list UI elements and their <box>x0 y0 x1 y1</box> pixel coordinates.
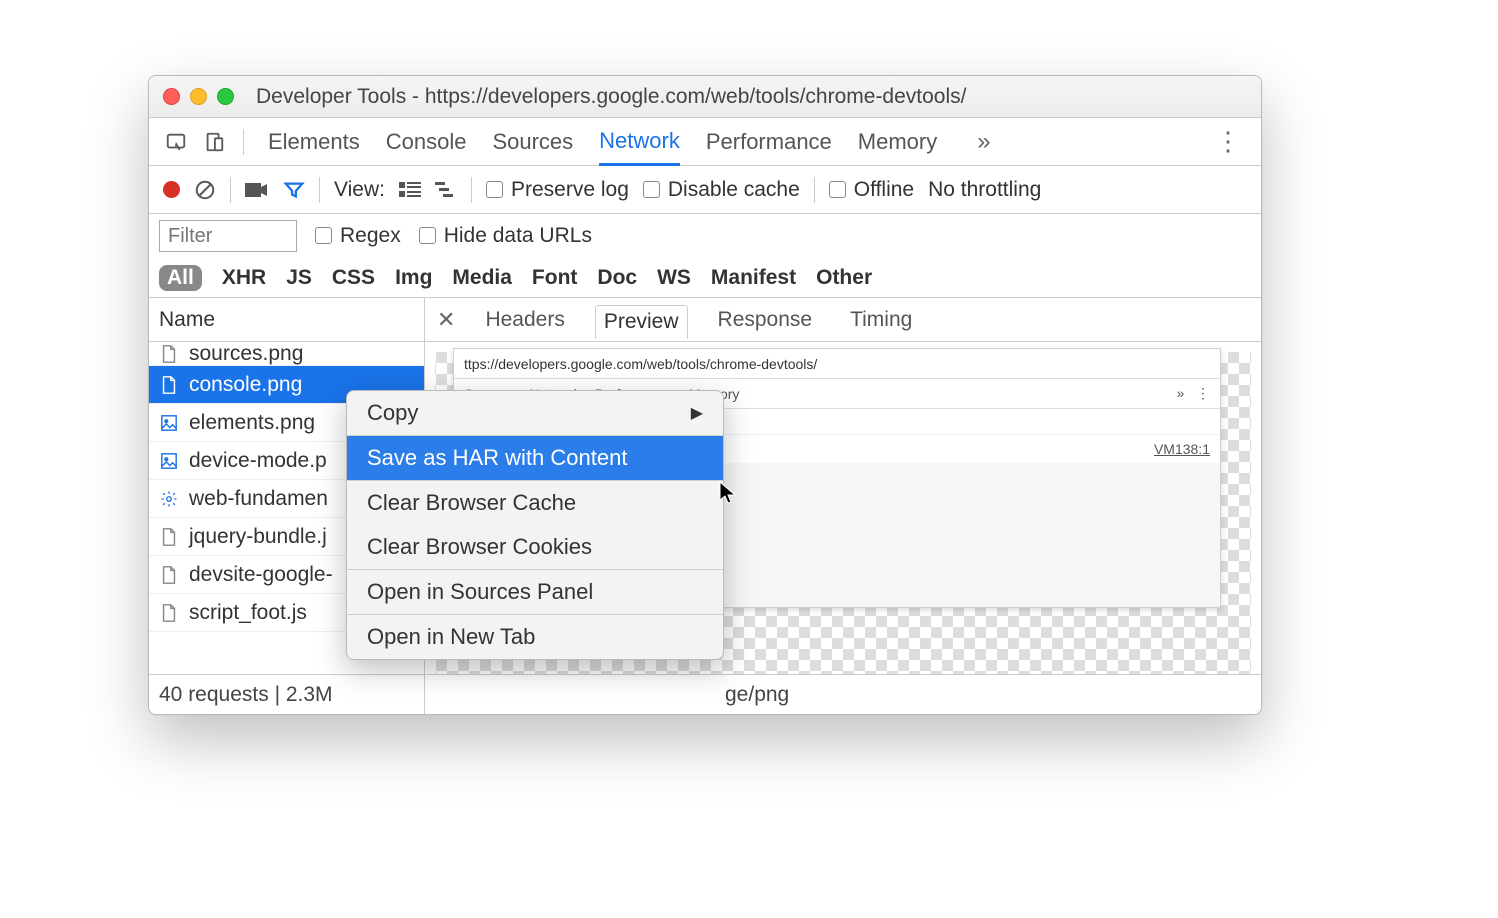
titlebar: Developer Tools - https://developers.goo… <box>149 76 1261 118</box>
type-media[interactable]: Media <box>452 266 512 290</box>
request-name: script_foot.js <box>189 601 307 625</box>
window-controls <box>163 88 234 105</box>
request-name: device-mode.p <box>189 449 327 473</box>
request-name: sources.png <box>189 342 303 366</box>
menu-item[interactable]: Clear Browser Cookies <box>347 525 723 569</box>
img-icon <box>159 451 179 471</box>
type-filter-row: All XHR JS CSS Img Media Font Doc WS Man… <box>149 258 1261 298</box>
gear-icon <box>159 489 179 509</box>
menu-item[interactable]: Clear Browser Cache <box>347 481 723 525</box>
divider <box>319 177 320 203</box>
camera-icon[interactable] <box>245 181 269 199</box>
context-menu: Copy ▶ Save as HAR with Content Clear Brows… <box>346 390 724 660</box>
mime-truncated: ge/png <box>425 674 1261 714</box>
record-button[interactable] <box>163 181 180 198</box>
request-name: jquery-bundle.j <box>189 525 327 549</box>
submenu-arrow-icon: ▶ <box>691 403 703 423</box>
type-other[interactable]: Other <box>816 266 872 290</box>
type-xhr[interactable]: XHR <box>222 266 266 290</box>
type-doc[interactable]: Doc <box>597 266 637 290</box>
filter-icon[interactable] <box>283 179 305 201</box>
type-ws[interactable]: WS <box>657 266 691 290</box>
type-img[interactable]: Img <box>395 266 432 290</box>
menu-item-label: Open in Sources Panel <box>367 579 593 605</box>
type-js[interactable]: JS <box>286 266 312 290</box>
menu-item-label: Copy <box>367 400 418 426</box>
request-name: devsite-google- <box>189 563 333 587</box>
network-toolbar: View: Preserve log Disable cache Offline… <box>149 166 1261 214</box>
tabs-overflow-icon[interactable]: » <box>977 128 990 156</box>
divider <box>471 177 472 203</box>
file-icon <box>159 527 179 547</box>
menu-item-label: Open in New Tab <box>367 624 535 650</box>
menu-item-label: Clear Browser Cache <box>367 490 576 516</box>
detail-tabs: ✕ Headers Preview Response Timing <box>425 298 1261 342</box>
hide-data-urls-checkbox[interactable]: Hide data URLs <box>419 224 592 248</box>
status-bar: 40 requests | 2.3M <box>149 674 424 714</box>
dtab-preview[interactable]: Preview <box>595 305 688 339</box>
close-detail-icon[interactable]: ✕ <box>437 307 455 333</box>
menu-item[interactable]: Copy ▶ <box>347 391 723 435</box>
filter-input[interactable]: Filter <box>159 220 297 252</box>
clear-icon[interactable] <box>194 179 216 201</box>
type-all[interactable]: All <box>159 265 202 291</box>
file-icon <box>159 375 179 395</box>
preserve-log-checkbox[interactable]: Preserve log <box>486 178 629 202</box>
type-manifest[interactable]: Manifest <box>711 266 796 290</box>
dtab-timing[interactable]: Timing <box>842 304 920 336</box>
throttling-select[interactable]: No throttling <box>928 178 1041 202</box>
cursor-icon <box>718 480 738 506</box>
tab-performance[interactable]: Performance <box>706 118 832 165</box>
thumb-url: ttps://developers.google.com/web/tools/c… <box>454 349 1220 379</box>
minimize-window-button[interactable] <box>190 88 207 105</box>
maximize-window-button[interactable] <box>217 88 234 105</box>
inspect-icon[interactable] <box>159 125 193 159</box>
img-icon <box>159 413 179 433</box>
menu-item[interactable]: Open in New Tab <box>347 615 723 659</box>
disable-cache-label: Disable cache <box>668 178 800 201</box>
kebab-menu-icon[interactable]: ⋮ <box>1215 126 1251 157</box>
preserve-log-label: Preserve log <box>511 178 629 201</box>
menu-item[interactable]: Save as HAR with Content <box>347 436 723 480</box>
window-title: Developer Tools - https://developers.goo… <box>256 85 966 109</box>
divider <box>243 129 244 155</box>
menu-item[interactable]: Open in Sources Panel <box>347 570 723 614</box>
tab-console[interactable]: Console <box>386 118 467 165</box>
disable-cache-checkbox[interactable]: Disable cache <box>643 178 800 202</box>
device-toggle-icon[interactable] <box>197 125 231 159</box>
request-name: console.png <box>189 373 302 397</box>
main-tabbar: Elements Console Sources Network Perform… <box>149 118 1261 166</box>
view-label: View: <box>334 178 385 202</box>
regex-label: Regex <box>340 224 401 247</box>
offline-label: Offline <box>854 178 914 201</box>
tab-elements[interactable]: Elements <box>268 118 360 165</box>
divider <box>230 177 231 203</box>
large-rows-icon[interactable] <box>399 181 421 199</box>
divider <box>814 177 815 203</box>
tab-network[interactable]: Network <box>599 119 680 166</box>
panel-tabs: Elements Console Sources Network Perform… <box>268 118 991 165</box>
filter-row: Filter Regex Hide data URLs <box>149 214 1261 258</box>
close-window-button[interactable] <box>163 88 180 105</box>
file-icon <box>159 344 179 364</box>
name-column-header[interactable]: Name <box>149 298 424 342</box>
menu-item-label: Save as HAR with Content <box>367 445 627 471</box>
hide-data-label: Hide data URLs <box>444 224 592 247</box>
menu-item-label: Clear Browser Cookies <box>367 534 592 560</box>
type-css[interactable]: CSS <box>332 266 375 290</box>
type-font[interactable]: Font <box>532 266 577 290</box>
dtab-response[interactable]: Response <box>710 304 821 336</box>
dtab-headers[interactable]: Headers <box>477 304 572 336</box>
offline-checkbox[interactable]: Offline <box>829 178 914 202</box>
regex-checkbox[interactable]: Regex <box>315 224 401 248</box>
waterfall-icon[interactable] <box>435 181 457 199</box>
request-row[interactable]: sources.png <box>149 342 424 366</box>
tab-sources[interactable]: Sources <box>492 118 573 165</box>
tab-memory[interactable]: Memory <box>858 118 937 165</box>
request-name: elements.png <box>189 411 315 435</box>
file-icon <box>159 603 179 623</box>
file-icon <box>159 565 179 585</box>
request-name: web-fundamen <box>189 487 328 511</box>
